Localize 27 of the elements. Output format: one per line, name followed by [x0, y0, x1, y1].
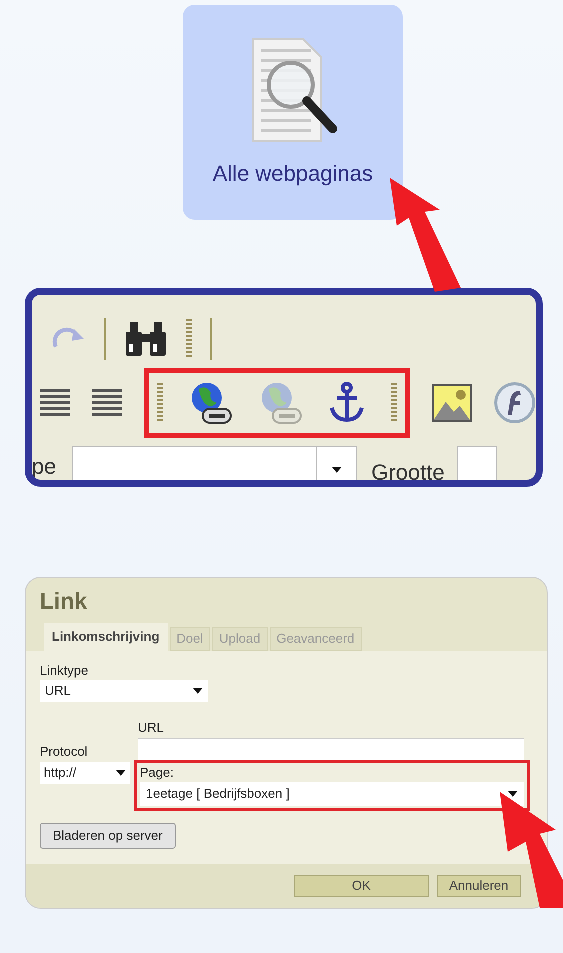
- binoculars-icon[interactable]: [124, 320, 168, 358]
- justify-icon[interactable]: [40, 389, 70, 418]
- protocol-select[interactable]: http://: [40, 762, 130, 784]
- image-icon[interactable]: [432, 384, 472, 422]
- dropdown-caret-icon: [116, 770, 126, 776]
- flash-icon[interactable]: [494, 382, 536, 424]
- linktype-select[interactable]: URL: [40, 680, 208, 702]
- dialog-button[interactable]: OK: [294, 875, 429, 897]
- dialog-button[interactable]: Annuleren: [437, 875, 521, 897]
- browse-server-button[interactable]: Bladeren op server: [40, 823, 176, 849]
- size-label: Grootte: [371, 460, 445, 480]
- dropdown-caret-icon: [332, 467, 342, 474]
- dialog-tab[interactable]: Linkomschrijving: [44, 622, 168, 650]
- tile-background[interactable]: Alle webpaginas: [183, 5, 403, 220]
- linktype-label: Linktype: [40, 662, 90, 680]
- dropdown-caret-icon: [193, 688, 203, 694]
- page-label: Page:: [140, 764, 175, 782]
- dropdown-caret-icon: [508, 791, 518, 797]
- tile-label: Alle webpaginas: [212, 160, 374, 188]
- url-label: URL: [138, 719, 166, 737]
- protocol-label: Protocol: [40, 743, 89, 761]
- dialog-title: Link: [40, 587, 88, 616]
- font-label: pe: [32, 454, 56, 480]
- size-field[interactable]: [456, 446, 497, 480]
- page-select[interactable]: 1eetage [ Bedrijfsboxen ]: [140, 782, 524, 806]
- toolbar-grip-icon: [186, 318, 192, 360]
- justify-icon[interactable]: [92, 389, 122, 418]
